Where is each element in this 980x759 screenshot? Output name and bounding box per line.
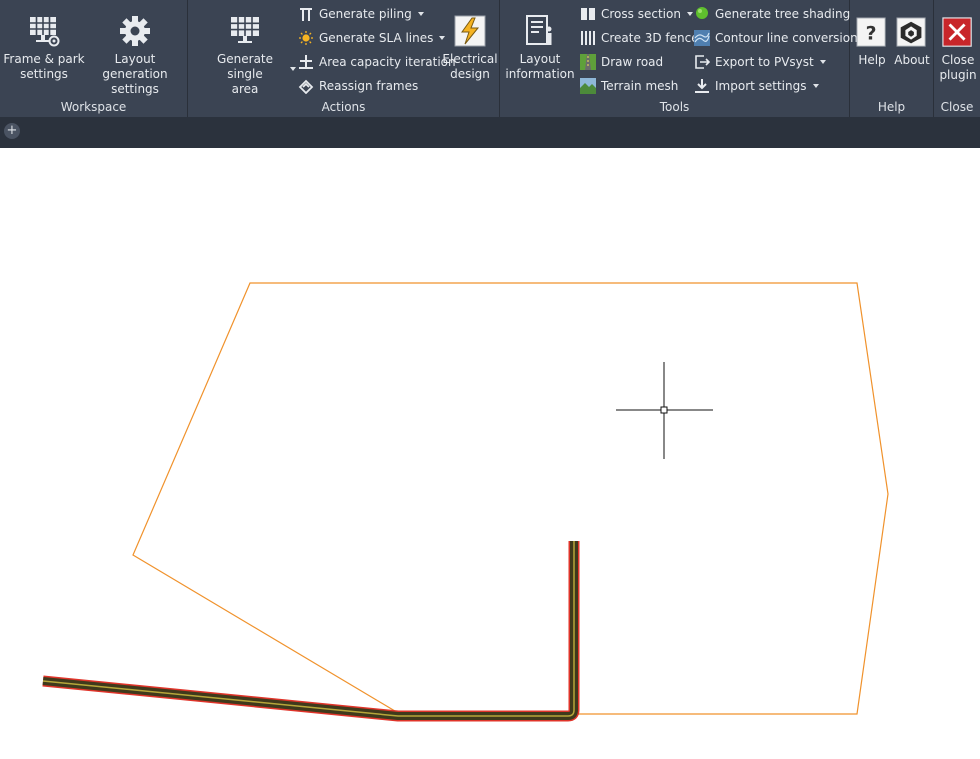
crosshair-cursor	[616, 362, 713, 459]
drawing-canvas[interactable]	[0, 0, 980, 759]
site-boundary[interactable]	[132, 282, 889, 715]
road-surface	[42, 541, 578, 720]
